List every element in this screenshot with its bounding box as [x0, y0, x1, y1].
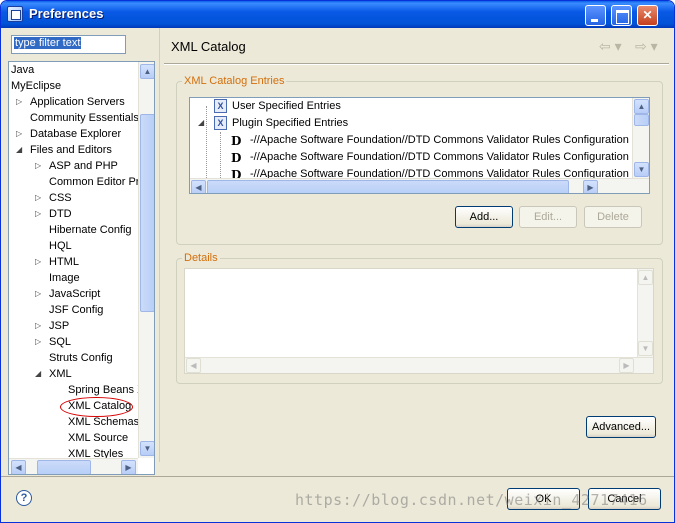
watermark: https://blog.csdn.net/weixin_42717416	[295, 491, 648, 509]
tree-item-spring-beans[interactable]: Spring Beans X	[68, 382, 144, 398]
tree-item-sql[interactable]: SQL	[49, 334, 71, 350]
scroll-up-icon[interactable]: ▲	[638, 270, 653, 285]
tree-item-hibernate-config[interactable]: Hibernate Config	[49, 222, 132, 238]
tree-scroll-thumb[interactable]	[140, 114, 154, 312]
scroll-right-icon[interactable]: ▶	[121, 460, 136, 474]
back-arrow-icon[interactable]: ⇦ ▾	[599, 38, 622, 55]
expand-icon[interactable]: ▷	[35, 334, 41, 350]
scroll-down-icon[interactable]: ▼	[140, 441, 154, 456]
expand-icon[interactable]: ▷	[35, 286, 41, 302]
collapse-icon[interactable]: ◢	[198, 115, 204, 131]
tree-item-javascript[interactable]: JavaScript	[49, 286, 100, 302]
tree-item-java[interactable]: Java	[11, 62, 34, 78]
title-bar[interactable]: Preferences ✕	[1, 1, 674, 28]
entries-horizontal-scrollbar[interactable]: ◀ ▶	[190, 178, 649, 193]
tree-guide	[206, 106, 207, 188]
help-icon[interactable]: ?	[16, 490, 32, 506]
highlight-annotation	[60, 397, 133, 417]
tree-vertical-scrollbar[interactable]: ▲ ▼	[138, 62, 154, 458]
catalog-entries-tree[interactable]: X User Specified Entries ◢ X Plugin Spec…	[189, 97, 650, 194]
catalog-entry[interactable]: -//Apache Software Foundation//DTD Commo…	[250, 149, 638, 166]
tree-item-application-servers[interactable]: Application Servers	[30, 94, 125, 110]
tree-item-jsp[interactable]: JSP	[49, 318, 69, 334]
dtd-file-icon: D	[231, 151, 242, 165]
filter-input[interactable]: type filter text	[11, 35, 126, 54]
expand-icon[interactable]: ▷	[16, 94, 22, 110]
tree-item-image[interactable]: Image	[49, 270, 80, 286]
scroll-left-icon[interactable]: ◀	[186, 358, 201, 373]
expand-icon[interactable]: ▷	[16, 126, 22, 142]
forward-arrow-icon[interactable]: ⇨ ▾	[635, 38, 658, 55]
tree-hscroll-thumb[interactable]	[37, 460, 91, 474]
scroll-down-icon[interactable]: ▼	[634, 162, 649, 177]
tree-item-dtd[interactable]: DTD	[49, 206, 72, 222]
scroll-up-icon[interactable]: ▲	[140, 64, 154, 79]
collapse-icon[interactable]: ◢	[35, 366, 41, 382]
entries-scroll-thumb[interactable]	[634, 114, 649, 126]
title-separator	[164, 63, 669, 65]
tree-item-struts-config[interactable]: Struts Config	[49, 350, 113, 366]
maximize-button[interactable]	[611, 5, 632, 26]
tree-item-myeclipse[interactable]: MyEclipse	[11, 78, 61, 94]
collapse-icon[interactable]: ◢	[16, 142, 22, 158]
plugin-specified-entries[interactable]: Plugin Specified Entries	[232, 115, 348, 132]
details-horizontal-scrollbar[interactable]: ◀ ▶	[185, 357, 653, 373]
tree-item-asp-php[interactable]: ASP and PHP	[49, 158, 118, 174]
expand-icon[interactable]: ▷	[35, 318, 41, 334]
tree-item-files-and-editors[interactable]: Files and Editors	[30, 142, 112, 158]
add-button[interactable]: Add...	[455, 206, 513, 228]
dtd-file-icon: D	[231, 134, 242, 148]
edit-button[interactable]: Edit...	[519, 206, 577, 228]
tree-item-jsf-config[interactable]: JSF Config	[49, 302, 103, 318]
delete-button[interactable]: Delete	[584, 206, 642, 228]
tree-item-xml[interactable]: XML	[49, 366, 72, 382]
preferences-app-icon	[7, 6, 23, 22]
catalog-icon: X	[214, 99, 227, 113]
page-title: XML Catalog	[171, 39, 246, 54]
scroll-up-icon[interactable]: ▲	[634, 99, 649, 114]
window-title: Preferences	[29, 6, 104, 21]
tree-item-css[interactable]: CSS	[49, 190, 72, 206]
advanced-button[interactable]: Advanced...	[586, 416, 656, 438]
tree-horizontal-scrollbar[interactable]: ◀ ▶	[9, 458, 138, 474]
expand-icon[interactable]: ▷	[35, 158, 41, 174]
tree-item-xml-source[interactable]: XML Source	[68, 430, 128, 446]
scroll-right-icon[interactable]: ▶	[619, 358, 634, 373]
scroll-right-icon[interactable]: ▶	[583, 180, 598, 193]
details-text-area[interactable]: ▲ ▼ ◀ ▶	[184, 268, 654, 374]
user-specified-entries[interactable]: User Specified Entries	[232, 98, 341, 115]
entries-vertical-scrollbar[interactable]: ▲ ▼	[632, 98, 649, 178]
scroll-left-icon[interactable]: ◀	[11, 460, 26, 474]
tree-guide	[220, 132, 221, 180]
close-button[interactable]: ✕	[637, 5, 658, 26]
scroll-down-icon[interactable]: ▼	[638, 341, 653, 356]
expand-icon[interactable]: ▷	[35, 190, 41, 206]
catalog-icon: X	[214, 116, 227, 130]
bottom-separator	[1, 476, 674, 477]
expand-icon[interactable]: ▷	[35, 206, 41, 222]
minimize-button[interactable]	[585, 5, 606, 26]
tree-item-html[interactable]: HTML	[49, 254, 79, 270]
scroll-left-icon[interactable]: ◀	[191, 180, 206, 193]
details-label: Details	[182, 252, 220, 264]
filter-text: type filter text	[14, 37, 82, 49]
catalog-entry[interactable]: -//Apache Software Foundation//DTD Commo…	[250, 132, 638, 149]
tree-item-hql[interactable]: HQL	[49, 238, 72, 254]
tree-item-database-explorer[interactable]: Database Explorer	[30, 126, 121, 142]
tree-item-community-essentials[interactable]: Community Essentials	[30, 110, 139, 126]
catalog-entries-label: XML Catalog Entries	[182, 75, 287, 87]
tree-item-common-editor[interactable]: Common Editor Pre	[49, 174, 146, 190]
preferences-window: Preferences ✕ type filter text Java MyEc…	[0, 0, 675, 523]
expand-icon[interactable]: ▷	[35, 254, 41, 270]
details-vertical-scrollbar[interactable]: ▲ ▼	[637, 269, 653, 357]
entries-hscroll-thumb[interactable]	[207, 180, 569, 193]
